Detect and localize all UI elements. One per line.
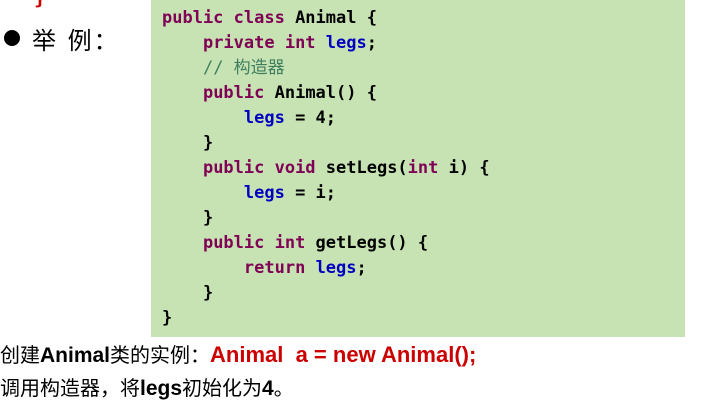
text-fragment: 初始化为 [182, 376, 263, 400]
code-line-9: } [162, 206, 685, 231]
text-fragment: 类的实例： [110, 343, 211, 367]
value: 4 [262, 377, 274, 400]
code-text: = 4; [284, 108, 337, 128]
code-line-1: public class Animal { [162, 6, 685, 31]
code-line-3: // 构造器 [162, 56, 685, 81]
code-line-8: legs = i; [162, 181, 685, 206]
code-text: = i; [284, 183, 337, 203]
keyword: return [243, 258, 306, 278]
field-name: legs [315, 258, 357, 278]
code-line-13: } [162, 306, 685, 331]
code-text: } [202, 133, 214, 153]
code-line-4: public Animal() { [162, 81, 685, 106]
code-line-10: public int getLegs() { [162, 231, 685, 256]
constructor-explanation-text: 调用构造器，将legs初始化为4。 [0, 375, 294, 402]
keyword: public void [202, 158, 316, 178]
code-block: public class Animal { private int legs; … [151, 0, 685, 337]
example-label: 举 例： [32, 26, 120, 55]
code-text: ; [356, 258, 367, 278]
code-line-7: public void setLegs(int i) { [162, 156, 685, 181]
keyword: public [202, 83, 265, 103]
code-text: i) { [438, 158, 490, 178]
field-name: legs [243, 183, 285, 203]
code-text: Animal() { [264, 83, 377, 103]
text-fragment: 调用构造器，将 [0, 376, 140, 400]
code-text: setLegs( [315, 158, 408, 178]
keyword: int [407, 158, 439, 178]
keyword: private int [202, 33, 316, 53]
code-line-5: legs = 4; [162, 106, 685, 131]
closing-brace-fragment: } [34, 0, 46, 7]
code-line-11: return legs; [162, 256, 685, 281]
instance-creation-text: 创建Animal类的实例：Animal a = new Animal(); [0, 342, 476, 369]
class-name: Animal [40, 344, 111, 367]
code-line-2: private int legs; [162, 31, 685, 56]
field-name: legs [325, 33, 367, 53]
text-fragment: 。 [273, 376, 294, 400]
code-text: getLegs() { [305, 233, 429, 253]
example-bullet: 举 例： [4, 22, 120, 55]
code-comment: // 构造器 [202, 58, 285, 78]
text-fragment: 创建 [0, 343, 40, 367]
code-line-6: } [162, 131, 685, 156]
code-text: } [202, 208, 214, 228]
bullet-dot-icon [4, 30, 20, 46]
code-text: ; [366, 33, 377, 53]
field-name: legs [243, 108, 285, 128]
code-text: } [162, 308, 173, 328]
code-text: Animal { [284, 8, 377, 28]
keyword: public class [162, 8, 285, 28]
code-line-12: } [162, 281, 685, 306]
code-text: } [202, 283, 214, 303]
instance-code: Animal a = new Animal(); [210, 342, 477, 367]
field-name: legs [140, 377, 183, 400]
keyword: public int [202, 233, 306, 253]
